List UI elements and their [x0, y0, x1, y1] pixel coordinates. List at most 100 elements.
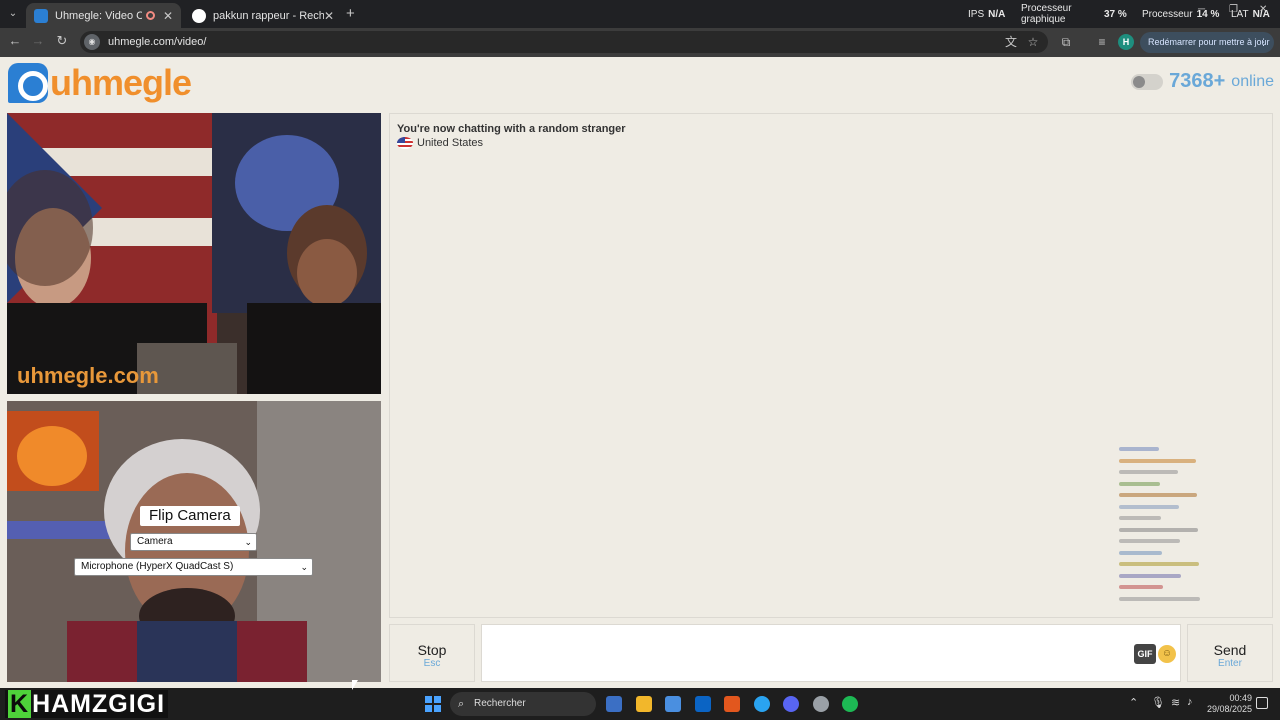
stranger-country: United States	[397, 137, 483, 149]
clock-date: 29/08/2025	[1206, 704, 1252, 714]
app-icon[interactable]	[724, 696, 740, 712]
taskbar-clock[interactable]: 00:49 29/08/2025	[1206, 693, 1252, 715]
forward-icon[interactable]: →	[29, 33, 47, 48]
new-tab-button[interactable]: +	[346, 5, 355, 22]
perf-ips-value: N/A	[988, 8, 1006, 20]
star-icon[interactable]: ☆	[1025, 34, 1041, 50]
camera-select-value: Camera	[137, 536, 173, 547]
stop-button[interactable]: Stop Esc	[389, 624, 475, 682]
chrome-icon[interactable]	[753, 696, 770, 712]
country-name: United States	[417, 137, 484, 149]
overlay-chat-line	[1119, 493, 1197, 497]
windows-start-icon[interactable]	[425, 696, 441, 712]
overlay-chat-line	[1119, 562, 1199, 566]
tray-chevron-icon[interactable]: ⌃	[1129, 696, 1138, 709]
url-text: uhmegle.com/video/	[108, 36, 207, 48]
tab-search-button[interactable]: ⌄	[4, 4, 22, 24]
site-info-icon[interactable]: ◉	[84, 34, 100, 50]
taskbar-search[interactable]: ⌕ Rechercher	[450, 692, 596, 716]
streamer-name-rest: HAMZGIGI	[32, 690, 166, 718]
self-video: Flip Camera Camera ⌄ Microphone (HyperX …	[7, 401, 381, 682]
logo-mark-icon	[8, 63, 48, 103]
chat-status-text: You're now chatting with a random strang…	[397, 123, 626, 135]
close-tab-icon[interactable]: ✕	[324, 9, 334, 23]
overlay-chat-line	[1119, 447, 1159, 451]
spotify-icon[interactable]	[842, 696, 858, 712]
chevron-down-icon: ⌄	[244, 537, 252, 547]
us-flag-icon	[397, 137, 413, 149]
online-label: online	[1231, 72, 1274, 90]
overlay-chat-line	[1119, 527, 1198, 532]
send-button[interactable]: Send Enter	[1187, 624, 1273, 682]
translate-icon[interactable]: 文	[1003, 34, 1019, 50]
task-view-icon[interactable]	[606, 696, 622, 712]
reload-icon[interactable]: ↻	[53, 33, 71, 49]
streamer-name-first: K	[8, 690, 32, 718]
overlay-chat-line	[1119, 516, 1161, 520]
chat-log: You're now chatting with a random strang…	[389, 113, 1273, 618]
wifi-icon[interactable]: ≋	[1171, 696, 1180, 709]
theme-toggle[interactable]	[1131, 73, 1164, 90]
profile-avatar[interactable]: H	[1118, 34, 1134, 50]
gif-button[interactable]: GIF	[1134, 644, 1156, 664]
microphone-icon[interactable]: 🎙	[1151, 696, 1165, 709]
logo-text: uhmegle	[50, 62, 192, 103]
perf-cpu-label: Processeur	[1142, 8, 1193, 20]
browser-tab-bar: ⌄ Uhmegle: Video Chat | Ome ✕ pakkun rap…	[0, 0, 1280, 28]
search-icon: ⌕	[458, 698, 465, 710]
camera-select[interactable]: Camera ⌄	[130, 533, 257, 551]
overlay-chat-line	[1119, 504, 1179, 509]
extensions-icon[interactable]: ⧉	[1058, 34, 1074, 50]
perf-ips: IPS N/A	[968, 0, 1005, 28]
microphone-select[interactable]: Microphone (HyperX QuadCast S) ⌄	[74, 558, 313, 576]
overlay-chat-line	[1119, 550, 1162, 555]
menu-icon[interactable]: ⋮	[1259, 32, 1268, 53]
discord-icon[interactable]	[783, 696, 799, 712]
overlay-chat-line	[1119, 596, 1200, 601]
browser-toolbar: ← → ↻ ◉ uhmegle.com/video/ 文 ☆ ⧉ ≡ H Red…	[0, 28, 1280, 57]
stranger-video: uhmegle.com	[7, 113, 381, 394]
tab-title: Uhmegle: Video Chat | Ome	[55, 9, 142, 22]
media-icon[interactable]: ≡	[1094, 34, 1110, 50]
stop-shortcut: Esc	[423, 658, 441, 669]
overlay-chat-line	[1119, 573, 1181, 578]
online-counter: 7368+ online	[1131, 70, 1274, 93]
page-content: uhmegle 7368+ online uhmegle.com Flip Ca…	[0, 57, 1280, 688]
store-icon[interactable]	[665, 696, 681, 712]
uhmegle-logo[interactable]: uhmegle	[8, 62, 192, 104]
tab-google-search[interactable]: pakkun rappeur - Recherche G ✕	[184, 3, 342, 28]
minimize-icon[interactable]: ─	[1198, 4, 1205, 15]
stranger-video-frame	[7, 113, 381, 394]
volume-icon[interactable]: ♪	[1187, 696, 1193, 708]
maximize-icon[interactable]: ❐	[1229, 4, 1238, 15]
app-icon[interactable]	[812, 696, 829, 712]
perf-gpu-label: Processeur graphique	[1021, 3, 1072, 25]
restart-label: Redémarrer pour mettre à jour	[1148, 37, 1270, 47]
send-shortcut: Enter	[1218, 658, 1242, 669]
notification-icon[interactable]	[1256, 697, 1268, 709]
mouse-cursor-icon	[352, 680, 358, 690]
clock-time: 00:49	[1229, 693, 1252, 703]
tab-uhmegle[interactable]: Uhmegle: Video Chat | Ome ✕	[26, 3, 181, 28]
perf-gpu-value: 37 %	[1104, 8, 1127, 20]
send-label: Send	[1213, 642, 1247, 658]
streamer-name-overlay: K HAMZGIGI	[5, 690, 169, 718]
restart-update-button[interactable]: Redémarrer pour mettre à jour ⋮	[1140, 32, 1274, 53]
overlay-chat-line	[1119, 481, 1160, 486]
close-tab-icon[interactable]: ✕	[163, 9, 173, 23]
windows-taskbar: K HAMZGIGI ⌕ Rechercher ⌃ 🎙 ≋ ♪ 00:49 29/…	[0, 688, 1280, 720]
outlook-icon[interactable]	[694, 696, 711, 712]
uhmegle-favicon-icon	[34, 8, 48, 23]
file-explorer-icon[interactable]	[635, 696, 652, 712]
back-icon[interactable]: ←	[6, 33, 24, 48]
recording-icon	[145, 11, 155, 20]
message-input[interactable]: GIF ☺	[481, 624, 1181, 682]
microphone-select-value: Microphone (HyperX QuadCast S)	[81, 561, 234, 572]
address-bar[interactable]: ◉ uhmegle.com/video/	[80, 31, 1048, 53]
perf-ips-label: IPS	[968, 8, 985, 20]
overlay-chat-line	[1119, 539, 1180, 543]
flip-camera-button[interactable]: Flip Camera	[140, 506, 240, 526]
close-window-icon[interactable]: ✕	[1259, 4, 1267, 15]
smiley-icon[interactable]: ☺	[1158, 645, 1176, 663]
overlay-chat-line	[1119, 458, 1196, 463]
